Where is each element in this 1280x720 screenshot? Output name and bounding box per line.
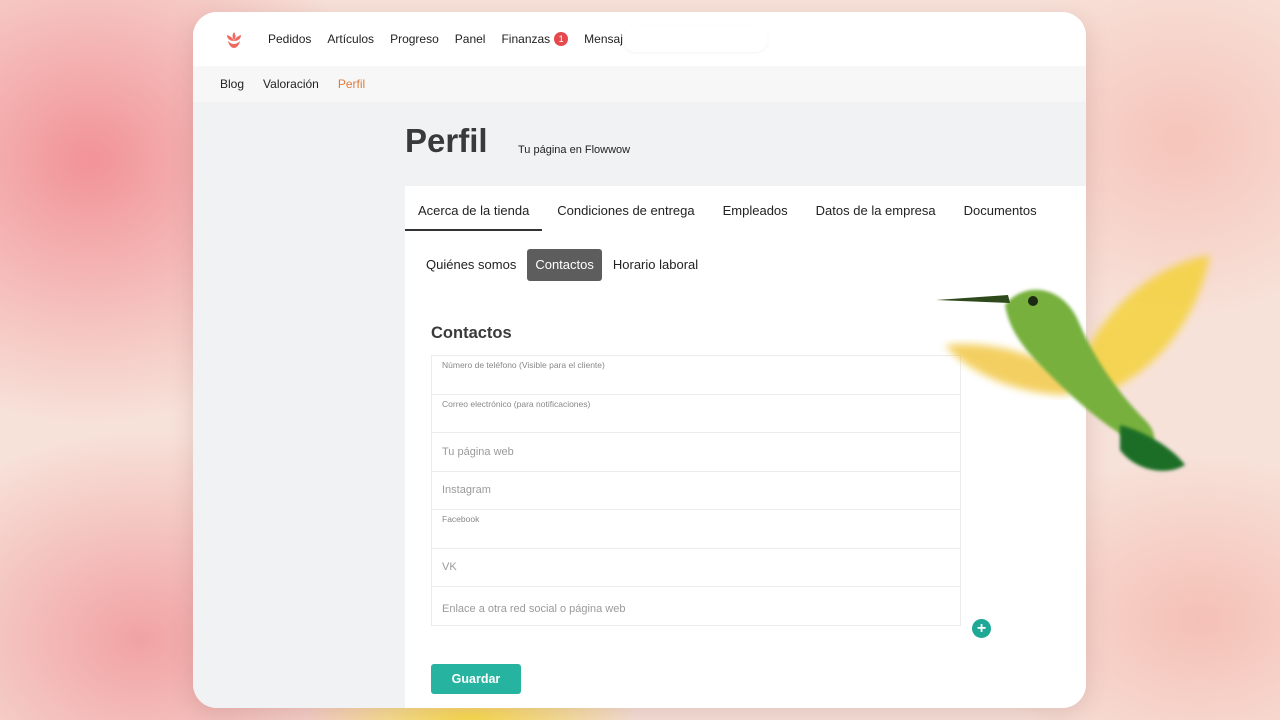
secondary-navigation: Blog Valoración Perfil	[193, 66, 1086, 102]
facebook-field[interactable]: Facebook	[431, 509, 961, 549]
nav-finanzas[interactable]: Finanzas 1	[501, 32, 569, 46]
website-field[interactable]: Tu página web	[431, 432, 961, 472]
phone-field[interactable]: Número de teléfono (Visible para el clie…	[431, 355, 961, 395]
facebook-input[interactable]	[442, 526, 950, 544]
subtab-quienes-somos[interactable]: Quiénes somos	[418, 249, 524, 281]
page-title: Perfil	[405, 122, 488, 159]
nav-articulos[interactable]: Artículos	[327, 32, 374, 46]
nav-progreso[interactable]: Progreso	[390, 32, 439, 46]
profile-tabs: Acerca de la tienda Condiciones de entre…	[405, 186, 1050, 232]
contacts-section-title: Contactos	[431, 324, 512, 342]
contacts-form: Número de teléfono (Visible para el clie…	[431, 355, 961, 626]
nav-panel[interactable]: Panel	[455, 32, 486, 46]
instagram-field[interactable]: Instagram	[431, 470, 961, 510]
page-subtitle: Tu página en Flowwow	[518, 144, 631, 156]
tab-condiciones-de-entrega[interactable]: Condiciones de entrega	[544, 186, 707, 231]
vk-field-placeholder: VK	[442, 561, 457, 574]
other-link-field[interactable]: Enlace a otra red social o página web	[431, 586, 961, 626]
tab-empleados[interactable]: Empleados	[710, 186, 801, 231]
nav-search-pill[interactable]	[623, 26, 768, 52]
instagram-field-placeholder: Instagram	[442, 484, 491, 497]
add-link-plus-icon[interactable]: +	[972, 619, 991, 638]
phone-input[interactable]	[442, 372, 950, 390]
nav-pedidos[interactable]: Pedidos	[268, 32, 311, 46]
other-link-field-placeholder: Enlace a otra red social o página web	[442, 603, 626, 615]
facebook-field-label: Facebook	[442, 514, 480, 524]
email-input[interactable]	[442, 410, 950, 429]
top-navigation: Pedidos Artículos Progreso Panel Finanza…	[193, 12, 1086, 66]
subnav-valoracion[interactable]: Valoración	[263, 77, 319, 91]
phone-field-label: Número de teléfono (Visible para el clie…	[442, 360, 605, 370]
email-field-label: Correo electrónico (para notificaciones)	[442, 398, 591, 409]
save-button[interactable]: Guardar	[431, 664, 521, 694]
hummingbird-illustration	[936, 255, 1210, 471]
vk-field[interactable]: VK	[431, 547, 961, 587]
subtab-horario-laboral[interactable]: Horario laboral	[605, 249, 706, 281]
subtab-contactos[interactable]: Contactos	[527, 249, 602, 281]
tab-documentos[interactable]: Documentos	[951, 186, 1050, 231]
subnav-blog[interactable]: Blog	[220, 77, 244, 91]
tab-datos-de-la-empresa[interactable]: Datos de la empresa	[803, 186, 949, 231]
nav-finanzas-label: Finanzas	[501, 32, 551, 46]
tab-acerca-de-la-tienda[interactable]: Acerca de la tienda	[405, 186, 543, 231]
email-field[interactable]: Correo electrónico (para notificaciones)	[431, 393, 961, 433]
about-subtabs: Quiénes somos Contactos Horario laboral	[418, 249, 706, 281]
website-field-placeholder: Tu página web	[442, 445, 514, 458]
subnav-perfil[interactable]: Perfil	[338, 77, 365, 91]
flowwow-logo-icon[interactable]	[219, 25, 249, 55]
notification-badge: 1	[554, 32, 569, 46]
